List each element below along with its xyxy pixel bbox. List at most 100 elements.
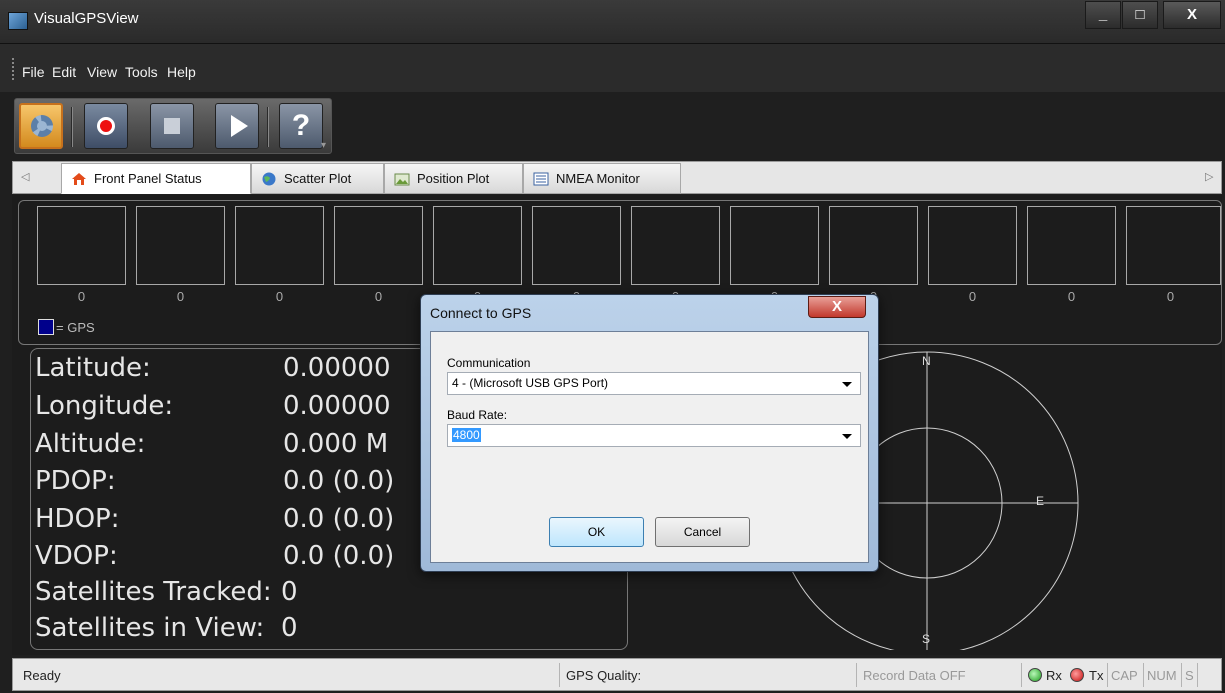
title-bar: VisualGPSView _ □ X — [0, 0, 1225, 44]
tab-scroll-left-icon[interactable]: ◁ — [21, 170, 29, 183]
menu-file[interactable]: File — [22, 64, 45, 80]
vdop-value: 0.0 (0.0) — [283, 541, 395, 571]
baud-rate-selected-value: 4800 — [452, 428, 481, 442]
status-tx: Tx — [1089, 668, 1104, 683]
help-button[interactable]: ? — [279, 103, 323, 149]
satellite-value: 0 — [374, 289, 383, 304]
tab-front-panel-status[interactable]: Front Panel Status — [61, 163, 251, 194]
satellite-bar — [235, 206, 324, 285]
communication-label: Communication — [447, 356, 531, 370]
cancel-button[interactable]: Cancel — [655, 517, 750, 547]
tab-label: Scatter Plot — [284, 171, 352, 186]
status-separator — [559, 663, 560, 687]
settings-button[interactable] — [19, 103, 63, 149]
baud-rate-label: Baud Rate: — [447, 408, 508, 422]
altitude-value: 0.000 M — [283, 429, 389, 459]
ok-button[interactable]: OK — [549, 517, 644, 547]
vdop-label: VDOP: — [35, 541, 118, 571]
satellite-bar — [631, 206, 720, 285]
longitude-label: Longitude: — [35, 391, 174, 421]
record-button[interactable] — [84, 103, 128, 149]
tab-label: NMEA Monitor — [556, 171, 640, 186]
toolbar-overflow-icon[interactable]: ▾ — [321, 140, 326, 151]
play-icon — [231, 115, 248, 137]
satellite-bar — [928, 206, 1017, 285]
status-separator — [1143, 663, 1144, 687]
stop-icon — [164, 118, 180, 134]
tab-scroll-right-icon[interactable]: ▷ — [1205, 170, 1213, 183]
satellite-bar — [532, 206, 621, 285]
satellites-in-view-value: 0 — [281, 613, 298, 643]
compass-east-label: E — [1036, 494, 1045, 508]
latitude-label: Latitude: — [35, 353, 151, 383]
status-bar: Ready GPS Quality: Record Data OFF Rx Tx… — [12, 658, 1222, 691]
pdop-label: PDOP: — [35, 466, 116, 496]
tab-nmea-monitor[interactable]: NMEA Monitor — [523, 163, 681, 194]
status-separator — [1197, 663, 1198, 687]
tab-label: Front Panel Status — [94, 171, 202, 186]
tab-scatter-plot[interactable]: Scatter Plot — [251, 163, 384, 194]
menu-bar: File Edit View Tools Help — [0, 44, 1225, 92]
stop-button[interactable] — [150, 103, 194, 149]
status-separator — [856, 663, 857, 687]
chevron-down-icon — [842, 434, 852, 439]
menu-view[interactable]: View — [87, 64, 117, 80]
home-icon — [72, 173, 86, 185]
satellite-bar — [829, 206, 918, 285]
longitude-value: 0.00000 — [283, 391, 391, 421]
status-num: NUM — [1147, 668, 1177, 683]
gear-icon — [31, 115, 53, 137]
satellite-bar — [136, 206, 225, 285]
rx-led-icon — [1028, 668, 1042, 682]
hdop-label: HDOP: — [35, 504, 120, 534]
dialog-title: Connect to GPS — [430, 305, 532, 321]
play-button[interactable] — [215, 103, 259, 149]
window-title: VisualGPSView — [34, 10, 139, 27]
status-separator — [1107, 663, 1108, 687]
satellites-in-view-label: Satellites in View: — [35, 613, 265, 643]
status-rx: Rx — [1046, 668, 1062, 683]
menu-grip — [12, 58, 14, 80]
satellite-bar — [1027, 206, 1116, 285]
gps-legend-swatch — [38, 319, 54, 335]
gps-legend-label: = GPS — [56, 320, 95, 335]
pdop-value: 0.0 (0.0) — [283, 466, 395, 496]
baud-rate-select[interactable]: 4800 — [447, 424, 861, 447]
record-icon — [97, 117, 115, 135]
satellite-value: 0 — [1067, 289, 1076, 304]
satellites-tracked-label: Satellites Tracked: — [35, 577, 272, 607]
satellite-bar — [730, 206, 819, 285]
dialog-close-button[interactable]: X — [808, 296, 866, 318]
compass-north-label: N — [922, 354, 931, 368]
satellite-value: 0 — [968, 289, 977, 304]
satellite-value: 0 — [176, 289, 185, 304]
satellite-value: 0 — [77, 289, 86, 304]
close-window-button[interactable]: X — [1163, 1, 1221, 29]
satellite-value: 0 — [1166, 289, 1175, 304]
status-gps-quality: GPS Quality: — [566, 668, 642, 683]
menu-tools[interactable]: Tools — [125, 64, 158, 80]
altitude-label: Altitude: — [35, 429, 146, 459]
communication-select[interactable]: 4 - (Microsoft USB GPS Port) — [447, 372, 861, 395]
hdop-value: 0.0 (0.0) — [283, 504, 395, 534]
status-cap: CAP — [1111, 668, 1138, 683]
status-ready: Ready — [23, 668, 61, 683]
satellite-bar — [37, 206, 126, 285]
maximize-button[interactable]: □ — [1122, 1, 1158, 29]
latitude-value: 0.00000 — [283, 353, 391, 383]
satellite-bar — [334, 206, 423, 285]
globe-icon — [262, 172, 276, 186]
minimize-button[interactable]: _ — [1085, 1, 1121, 29]
satellite-value: 0 — [275, 289, 284, 304]
menu-help[interactable]: Help — [167, 64, 196, 80]
tab-position-plot[interactable]: Position Plot — [384, 163, 523, 194]
status-separator — [1181, 663, 1182, 687]
compass-south-label: S — [922, 632, 931, 646]
image-icon — [394, 173, 410, 186]
menu-edit[interactable]: Edit — [52, 64, 76, 80]
status-record-data: Record Data OFF — [863, 668, 966, 683]
status-separator — [1021, 663, 1022, 687]
toolbar-separator — [71, 107, 73, 147]
dialog-body: Communication 4 - (Microsoft USB GPS Por… — [430, 331, 869, 563]
app-icon — [8, 12, 28, 30]
